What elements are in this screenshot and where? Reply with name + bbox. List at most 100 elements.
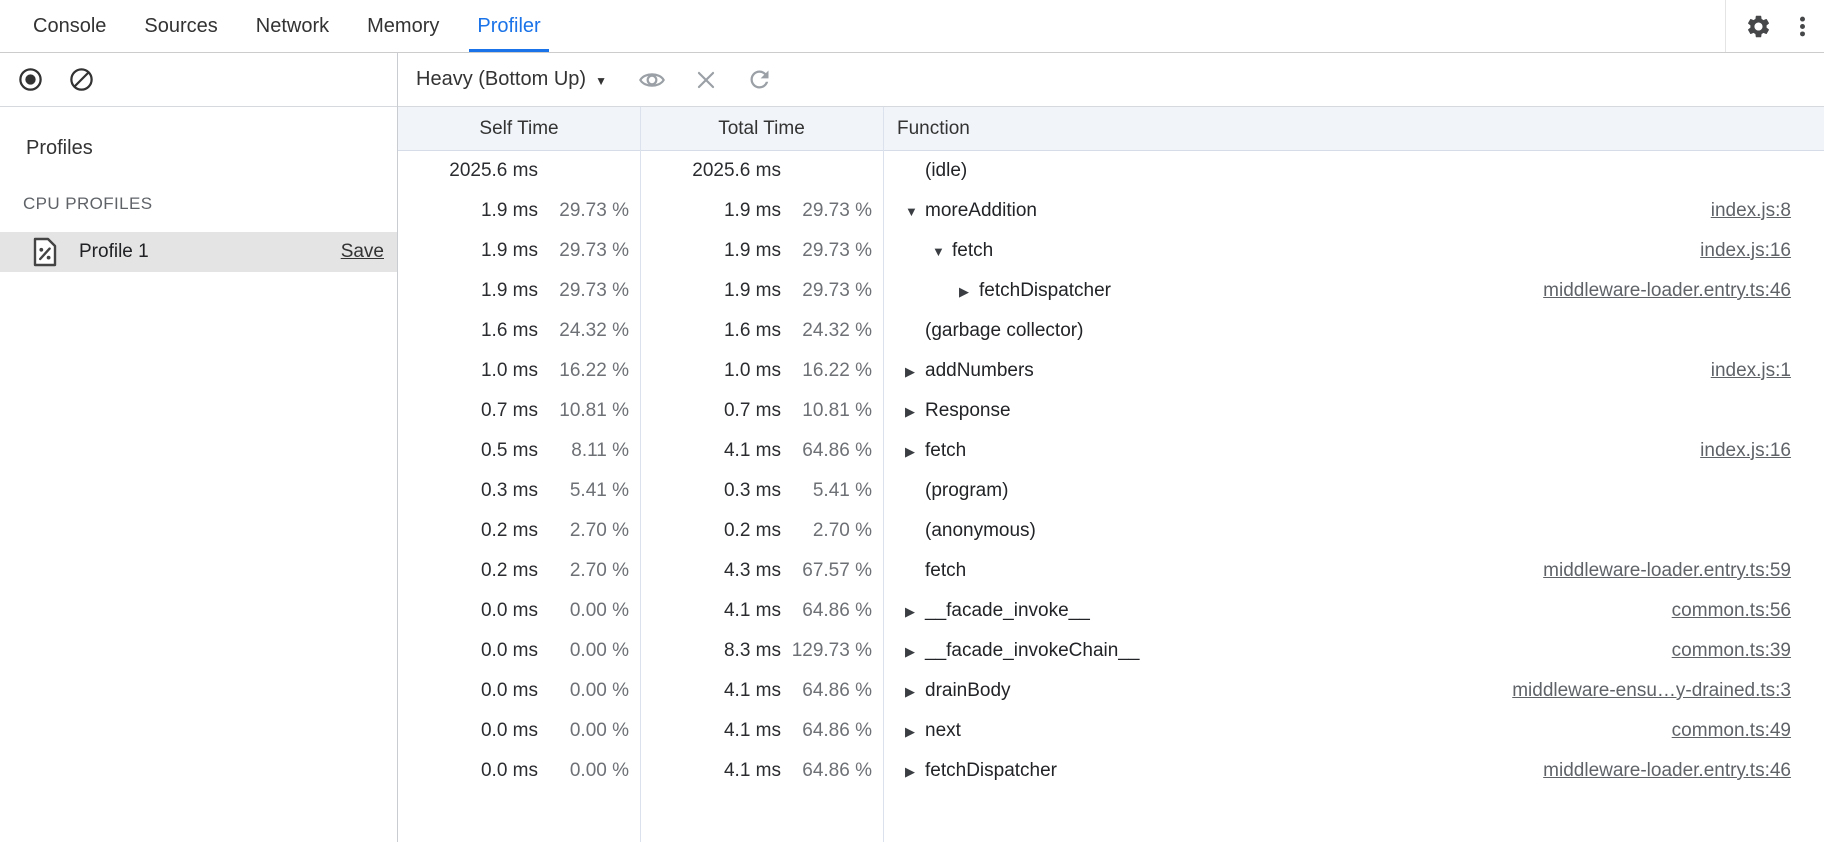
function-name: drainBody [925, 680, 1011, 702]
self-ms: 0.0 ms [481, 680, 538, 702]
table-row[interactable]: 0.2 ms2.70 %4.3 ms67.57 %fetchmiddleware… [398, 551, 1824, 591]
self-ms: 0.0 ms [481, 640, 538, 662]
self-ms: 1.6 ms [481, 320, 538, 342]
expand-arrow-icon[interactable]: ▶ [905, 605, 925, 618]
total-percent: 29.73 % [781, 240, 883, 262]
focus-eye-icon[interactable] [629, 53, 675, 106]
function-cell: ▶addNumbersindex.js:1 [883, 360, 1824, 382]
self-time-cell: 1.9 ms29.73 % [398, 200, 640, 222]
source-link[interactable]: common.ts:56 [1652, 600, 1824, 622]
kebab-menu-icon[interactable] [1780, 0, 1824, 52]
source-link[interactable]: middleware-loader.entry.ts:46 [1523, 760, 1824, 782]
expand-arrow-icon[interactable]: ▶ [905, 365, 925, 378]
view-mode-select[interactable]: Heavy (Bottom Up) ▼ [416, 68, 607, 91]
table-row[interactable]: 0.7 ms10.81 %0.7 ms10.81 %▶Response [398, 391, 1824, 431]
source-link[interactable]: common.ts:39 [1652, 640, 1824, 662]
source-link[interactable]: index.js:16 [1680, 240, 1824, 262]
total-ms: 0.7 ms [724, 400, 781, 422]
table-row[interactable]: 0.0 ms0.00 %8.3 ms129.73 %▶__facade_invo… [398, 631, 1824, 671]
column-divider[interactable] [883, 107, 884, 842]
tab-profiler[interactable]: Profiler [467, 0, 550, 52]
source-link[interactable]: index.js:16 [1680, 440, 1824, 462]
column-header-function[interactable]: Function [883, 118, 1824, 140]
table-row[interactable]: 1.9 ms29.73 %1.9 ms29.73 %▼fetchindex.js… [398, 231, 1824, 271]
view-mode-label: Heavy (Bottom Up) [416, 68, 586, 91]
total-ms: 1.9 ms [724, 280, 781, 302]
expand-arrow-icon[interactable]: ▶ [905, 445, 925, 458]
self-time-cell: 2025.6 ms [398, 160, 640, 182]
self-time-cell: 1.6 ms24.32 % [398, 320, 640, 342]
function-cell: ▶nextcommon.ts:49 [883, 720, 1824, 742]
total-ms: 4.3 ms [724, 560, 781, 582]
self-percent: 10.81 % [538, 400, 640, 422]
collapse-arrow-icon[interactable]: ▼ [932, 245, 952, 258]
source-link[interactable]: middleware-loader.entry.ts:59 [1523, 560, 1824, 582]
exclude-icon[interactable] [683, 53, 729, 106]
source-link[interactable]: common.ts:49 [1652, 720, 1824, 742]
expand-arrow-icon[interactable]: ▶ [905, 765, 925, 778]
table-row[interactable]: 1.9 ms29.73 %1.9 ms29.73 %▶fetchDispatch… [398, 271, 1824, 311]
expand-arrow-icon[interactable]: ▶ [905, 685, 925, 698]
table-row[interactable]: 0.0 ms0.00 %4.1 ms64.86 %▶drainBodymiddl… [398, 671, 1824, 711]
expand-arrow-icon[interactable]: ▶ [905, 405, 925, 418]
total-percent: 10.81 % [781, 400, 883, 422]
table-row[interactable]: 1.9 ms29.73 %1.9 ms29.73 %▼moreAdditioni… [398, 191, 1824, 231]
tab-console[interactable]: Console [23, 0, 116, 52]
source-link[interactable]: index.js:8 [1691, 200, 1824, 222]
total-time-cell: 1.9 ms29.73 % [640, 200, 883, 222]
profile-name: Profile 1 [79, 241, 149, 263]
self-percent: 29.73 % [538, 280, 640, 302]
function-name: (anonymous) [925, 520, 1036, 542]
function-cell: ▶__facade_invokeChain__common.ts:39 [883, 640, 1824, 662]
clear-icon[interactable] [68, 66, 95, 93]
tab-network[interactable]: Network [246, 0, 339, 52]
column-header-total-time[interactable]: Total Time [640, 118, 883, 140]
source-link[interactable]: middleware-ensu…y-drained.ts:3 [1492, 680, 1824, 702]
tab-sources[interactable]: Sources [134, 0, 227, 52]
source-link[interactable]: index.js:1 [1691, 360, 1824, 382]
total-time-cell: 0.7 ms10.81 % [640, 400, 883, 422]
function-cell: (garbage collector) [883, 320, 1824, 342]
table-row[interactable]: 0.2 ms2.70 %0.2 ms2.70 %(anonymous) [398, 511, 1824, 551]
record-icon[interactable] [17, 66, 44, 93]
function-name: __facade_invoke__ [925, 600, 1090, 622]
table-row[interactable]: 0.5 ms8.11 %4.1 ms64.86 %▶fetchindex.js:… [398, 431, 1824, 471]
tab-memory[interactable]: Memory [357, 0, 449, 52]
table-row[interactable]: 0.3 ms5.41 %0.3 ms5.41 %(program) [398, 471, 1824, 511]
total-ms: 4.1 ms [724, 680, 781, 702]
total-percent: 129.73 % [781, 640, 883, 662]
total-time-cell: 0.3 ms5.41 % [640, 480, 883, 502]
total-ms: 2025.6 ms [692, 160, 781, 182]
column-header-self-time[interactable]: Self Time [398, 118, 640, 140]
total-ms: 1.6 ms [724, 320, 781, 342]
table-row[interactable]: 1.0 ms16.22 %1.0 ms16.22 % ▶addNumbersind… [398, 351, 1824, 391]
expand-arrow-icon[interactable]: ▶ [905, 645, 925, 658]
save-link[interactable]: Save [341, 241, 384, 263]
settings-gear-icon[interactable] [1736, 0, 1780, 52]
sidebar-item-profile-1[interactable]: Profile 1 Save [0, 232, 397, 272]
self-ms: 1.0 ms [481, 360, 538, 382]
self-time-cell: 0.0 ms0.00 % [398, 680, 640, 702]
expand-arrow-icon[interactable]: ▶ [905, 725, 925, 738]
self-percent: 16.22 % [538, 360, 640, 382]
restore-refresh-icon[interactable] [737, 53, 783, 106]
total-time-cell: 4.1 ms64.86 % [640, 760, 883, 782]
table-row[interactable]: 1.6 ms24.32 %1.6 ms24.32 %(garbage colle… [398, 311, 1824, 351]
function-name: fetchDispatcher [925, 760, 1057, 782]
table-row[interactable]: 0.0 ms0.00 %4.1 ms64.86 %▶fetchDispatche… [398, 751, 1824, 791]
column-divider[interactable] [640, 107, 641, 842]
self-percent: 0.00 % [538, 720, 640, 742]
total-ms: 1.9 ms [724, 240, 781, 262]
table-row[interactable]: 2025.6 ms2025.6 ms(idle) [398, 151, 1824, 191]
table-row[interactable]: 0.0 ms0.00 %4.1 ms64.86 %▶nextcommon.ts:… [398, 711, 1824, 751]
expand-arrow-icon[interactable]: ▶ [959, 285, 979, 298]
function-name: (program) [925, 480, 1008, 502]
table-row[interactable]: 0.0 ms0.00 %4.1 ms64.86 %▶__facade_invok… [398, 591, 1824, 631]
self-time-cell: 1.0 ms16.22 % [398, 360, 640, 382]
source-link[interactable]: middleware-loader.entry.ts:46 [1523, 280, 1824, 302]
total-time-cell: 2025.6 ms [640, 160, 883, 182]
total-time-cell: 4.3 ms67.57 % [640, 560, 883, 582]
table-header: Self Time Total Time Function [398, 107, 1824, 151]
total-percent: 2.70 % [781, 520, 883, 542]
collapse-arrow-icon[interactable]: ▼ [905, 205, 925, 218]
